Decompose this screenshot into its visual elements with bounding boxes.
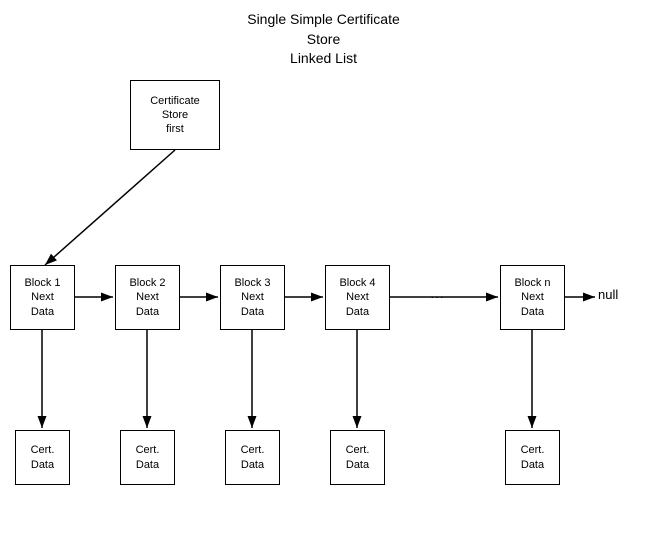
block-n-label: Block nNextData: [514, 276, 550, 319]
block-2: Block 2NextData: [115, 265, 180, 330]
svg-text:···: ···: [430, 288, 444, 304]
cert-n-label: Cert.Data: [521, 443, 545, 472]
cert-data-n: Cert.Data: [505, 430, 560, 485]
block-n: Block nNextData: [500, 265, 565, 330]
block-4-label: Block 4NextData: [339, 276, 375, 319]
cert-3-label: Cert.Data: [241, 443, 265, 472]
title-line3: Linked List: [290, 50, 357, 66]
block-3: Block 3NextData: [220, 265, 285, 330]
diagram-title: Single Simple Certificate Store Linked L…: [0, 10, 647, 69]
block-3-label: Block 3NextData: [234, 276, 270, 319]
cert-store-box: CertificateStorefirst: [130, 80, 220, 150]
cert-data-3: Cert.Data: [225, 430, 280, 485]
block-1: Block 1NextData: [10, 265, 75, 330]
cert-store-label: CertificateStorefirst: [150, 94, 200, 137]
diagram: Single Simple Certificate Store Linked L…: [0, 0, 647, 547]
block-1-label: Block 1NextData: [24, 276, 60, 319]
cert-4-label: Cert.Data: [346, 443, 370, 472]
cert-data-1: Cert.Data: [15, 430, 70, 485]
title-line2: Store: [307, 31, 340, 47]
block-4: Block 4NextData: [325, 265, 390, 330]
cert-data-4: Cert.Data: [330, 430, 385, 485]
block-2-label: Block 2NextData: [129, 276, 165, 319]
null-label: null: [598, 287, 618, 302]
title-line1: Single Simple Certificate: [247, 11, 400, 27]
cert-data-2: Cert.Data: [120, 430, 175, 485]
cert-1-label: Cert.Data: [31, 443, 55, 472]
cert-2-label: Cert.Data: [136, 443, 160, 472]
